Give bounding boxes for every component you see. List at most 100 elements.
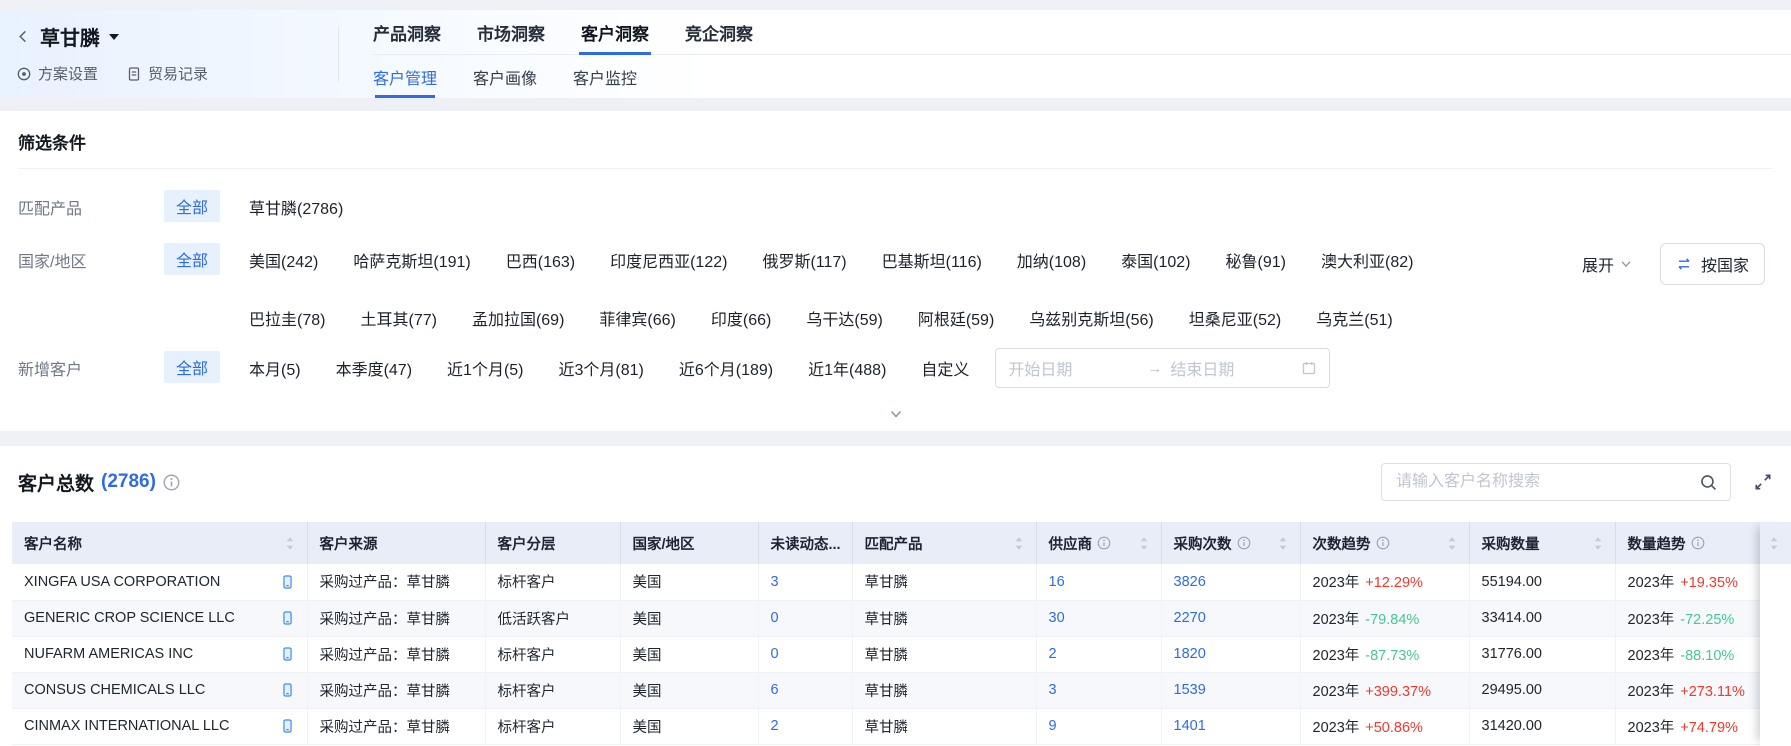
customer-total-title: 客户总数 (2786) bbox=[18, 469, 180, 496]
filter-option[interactable]: 近3个月(81) bbox=[559, 356, 644, 380]
start-date-placeholder[interactable]: 开始日期 bbox=[1008, 356, 1139, 380]
unread-count-link[interactable]: 2 bbox=[771, 718, 779, 734]
purchase-count-link[interactable]: 2270 bbox=[1174, 610, 1206, 626]
scheme-settings-button[interactable]: 方案设置 bbox=[16, 63, 98, 84]
filter-option[interactable]: 近6个月(189) bbox=[679, 356, 773, 380]
column-header[interactable]: 采购次数 bbox=[1161, 522, 1300, 564]
column-header[interactable]: 供应商 bbox=[1036, 522, 1161, 564]
contact-phone-icon[interactable] bbox=[280, 646, 295, 662]
sub-tab[interactable]: 客户监控 bbox=[573, 55, 637, 98]
contact-phone-icon[interactable] bbox=[280, 682, 295, 698]
sort-icon[interactable] bbox=[1769, 536, 1779, 551]
column-header[interactable]: 客户名称 bbox=[12, 522, 307, 564]
column-header[interactable]: 未读动态... bbox=[758, 522, 852, 564]
cell-customer-source: 采购过产品：草甘膦 bbox=[307, 672, 485, 708]
filter-panel-title: 筛选条件 bbox=[18, 127, 1773, 169]
filter-option[interactable]: 本季度(47) bbox=[336, 356, 412, 380]
custom-range-option[interactable]: 自定义 bbox=[921, 351, 969, 380]
filter-all-chip-country[interactable]: 全部 bbox=[164, 243, 220, 275]
sub-tab[interactable]: 客户管理 bbox=[373, 55, 437, 98]
filter-option[interactable]: 土耳其(77) bbox=[360, 306, 436, 330]
cell-suppliers: 16 bbox=[1036, 564, 1161, 600]
customer-name-link[interactable]: GENERIC CROP SCIENCE LLC bbox=[24, 610, 235, 626]
filter-all-chip-product[interactable]: 全部 bbox=[164, 190, 220, 222]
trade-records-button[interactable]: 贸易记录 bbox=[126, 63, 208, 84]
customer-name-link[interactable]: CINMAX INTERNATIONAL LLC bbox=[24, 718, 229, 734]
column-header[interactable]: 客户分层 bbox=[485, 522, 620, 564]
fullscreen-icon[interactable] bbox=[1753, 472, 1773, 492]
filter-option[interactable]: 本月(5) bbox=[249, 356, 301, 380]
purchase-count-link[interactable]: 1820 bbox=[1174, 646, 1206, 662]
sort-icon[interactable] bbox=[1139, 536, 1149, 551]
purchase-count-link[interactable]: 3826 bbox=[1174, 574, 1206, 590]
filter-option[interactable]: 泰国(102) bbox=[1121, 248, 1190, 272]
filter-option[interactable]: 澳大利亚(82) bbox=[1321, 248, 1413, 272]
customer-name-link[interactable]: NUFARM AMERICAS INC bbox=[24, 646, 193, 662]
supplier-count-link[interactable]: 30 bbox=[1049, 610, 1065, 626]
by-country-button[interactable]: 按国家 bbox=[1660, 243, 1765, 285]
collapse-filters-button[interactable] bbox=[18, 399, 1773, 429]
filter-option[interactable]: 近1年(488) bbox=[808, 356, 886, 380]
sort-icon[interactable] bbox=[285, 536, 295, 551]
filter-option[interactable]: 草甘膦(2786) bbox=[249, 195, 343, 219]
filter-option[interactable]: 阿根廷(59) bbox=[918, 306, 994, 330]
filter-option[interactable]: 巴基斯坦(116) bbox=[882, 248, 982, 272]
filter-option[interactable]: 加纳(108) bbox=[1017, 248, 1086, 272]
filter-option[interactable]: 菲律宾(66) bbox=[599, 306, 675, 330]
purchase-count-link[interactable]: 1539 bbox=[1174, 682, 1206, 698]
customer-name-link[interactable]: XINGFA USA CORPORATION bbox=[24, 574, 220, 590]
supplier-count-link[interactable]: 2 bbox=[1049, 646, 1057, 662]
supplier-count-link[interactable]: 3 bbox=[1049, 682, 1057, 698]
filter-option[interactable]: 印度(66) bbox=[711, 306, 771, 330]
sort-icon[interactable] bbox=[1278, 536, 1288, 551]
search-icon[interactable] bbox=[1699, 473, 1718, 492]
date-range-picker[interactable]: 开始日期 → 结束日期 bbox=[995, 348, 1330, 388]
column-header[interactable]: 数量趋势 bbox=[1615, 522, 1760, 564]
column-header[interactable]: 采购数量 bbox=[1469, 522, 1615, 564]
unread-count-link[interactable]: 6 bbox=[771, 682, 779, 698]
sort-icon[interactable] bbox=[1014, 536, 1024, 551]
column-header[interactable]: 国家/地区 bbox=[620, 522, 758, 564]
sub-tab[interactable]: 客户画像 bbox=[473, 55, 537, 98]
unread-count-link[interactable]: 3 bbox=[771, 574, 779, 590]
contact-phone-icon[interactable] bbox=[280, 718, 295, 734]
table-row: CONSUS CHEMICALS LLC采购过产品：草甘膦标杆客户美国6草甘膦3… bbox=[12, 672, 1760, 708]
main-tab[interactable]: 竞企洞察 bbox=[685, 10, 753, 54]
supplier-count-link[interactable]: 9 bbox=[1049, 718, 1057, 734]
filter-option[interactable]: 秘鲁(91) bbox=[1226, 248, 1286, 272]
main-tab[interactable]: 市场洞察 bbox=[477, 10, 545, 54]
column-header[interactable]: 客户来源 bbox=[307, 522, 485, 564]
end-date-placeholder[interactable]: 结束日期 bbox=[1170, 356, 1301, 380]
sort-icon[interactable] bbox=[1593, 536, 1603, 551]
filter-option[interactable]: 乌干达(59) bbox=[806, 306, 882, 330]
sort-icon[interactable] bbox=[1447, 536, 1457, 551]
filter-option[interactable]: 乌克兰(51) bbox=[1316, 306, 1392, 330]
title-dropdown-icon[interactable] bbox=[109, 34, 119, 40]
column-header[interactable]: 匹配产品 bbox=[852, 522, 1036, 564]
purchase-count-link[interactable]: 1401 bbox=[1174, 718, 1206, 734]
filter-all-chip-new-customers[interactable]: 全部 bbox=[164, 351, 220, 383]
customer-name-link[interactable]: CONSUS CHEMICALS LLC bbox=[24, 682, 205, 698]
filter-option[interactable]: 乌兹别克斯坦(56) bbox=[1029, 306, 1153, 330]
filter-option[interactable]: 美国(242) bbox=[249, 248, 318, 272]
unread-count-link[interactable]: 0 bbox=[771, 646, 779, 662]
main-tab[interactable]: 产品洞察 bbox=[373, 10, 441, 54]
unread-count-link[interactable]: 0 bbox=[771, 610, 779, 626]
filter-option[interactable]: 巴拉圭(78) bbox=[249, 306, 325, 330]
contact-phone-icon[interactable] bbox=[280, 610, 295, 626]
expand-toggle[interactable]: 展开 bbox=[1582, 252, 1632, 276]
column-label: 次数趋势 bbox=[1313, 533, 1371, 554]
customer-search-input[interactable] bbox=[1394, 472, 1699, 492]
filter-option[interactable]: 近1个月(5) bbox=[447, 356, 523, 380]
filter-option[interactable]: 巴西(163) bbox=[506, 248, 575, 272]
supplier-count-link[interactable]: 16 bbox=[1049, 574, 1065, 590]
filter-option[interactable]: 印度尼西亚(122) bbox=[610, 248, 727, 272]
back-icon[interactable] bbox=[16, 29, 31, 44]
filter-option[interactable]: 孟加拉国(69) bbox=[472, 306, 564, 330]
main-tab[interactable]: 客户洞察 bbox=[581, 10, 649, 54]
contact-phone-icon[interactable] bbox=[280, 574, 295, 590]
filter-option[interactable]: 俄罗斯(117) bbox=[762, 248, 846, 272]
column-header[interactable]: 次数趋势 bbox=[1300, 522, 1469, 564]
filter-option[interactable]: 哈萨克斯坦(191) bbox=[353, 248, 470, 272]
filter-option[interactable]: 坦桑尼亚(52) bbox=[1189, 306, 1281, 330]
